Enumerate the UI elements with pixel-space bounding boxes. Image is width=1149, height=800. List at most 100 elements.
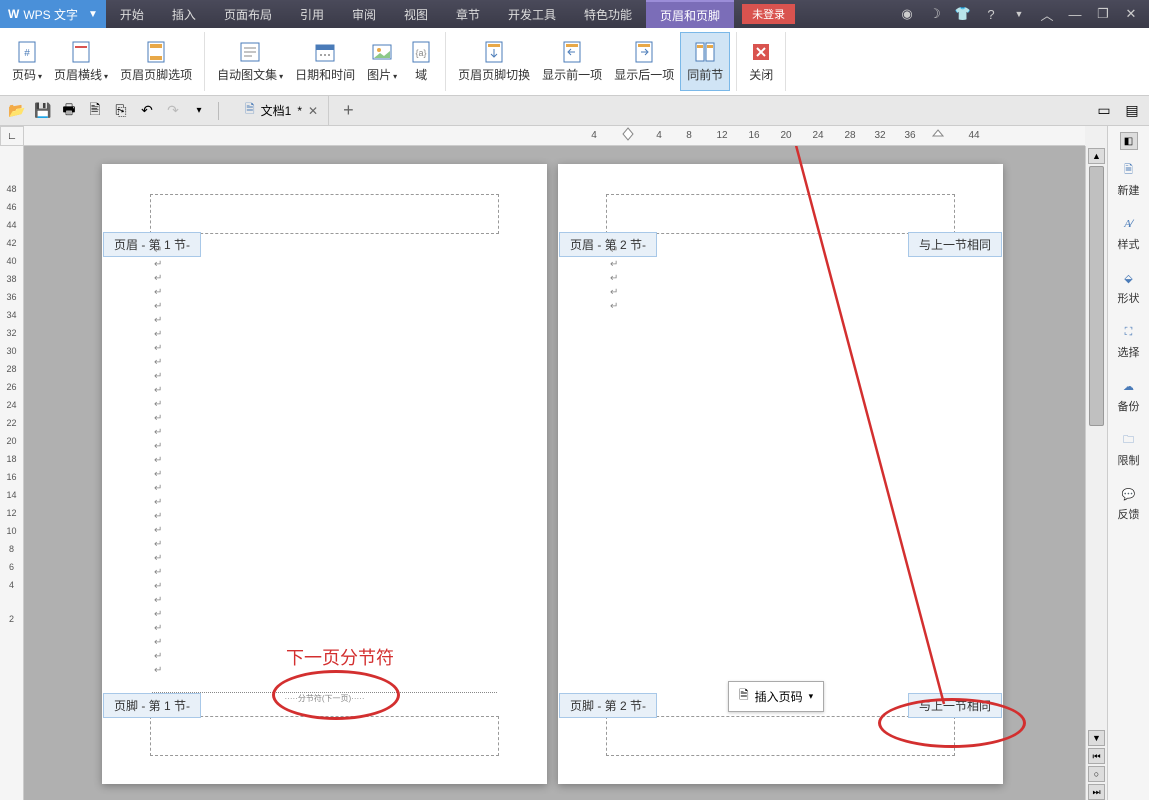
tab-view[interactable]: 视图 [390,0,442,28]
right-sidebar: ◧ 🗎 新建 A⁄ 样式 ⬙ 形状 ⛶ 选择 ☁ 备份 🗀 限制 💬 反馈 [1107,126,1149,800]
page-number-button[interactable]: # 页码▾ [6,32,48,91]
auto-text-icon [238,40,262,64]
sidebar-backup[interactable]: ☁ 备份 [1116,370,1142,420]
ruler-indent-marker-right[interactable] [932,126,944,144]
restore-icon[interactable]: ❐ [1095,6,1111,22]
minimize-icon[interactable]: — [1067,6,1083,22]
sync-icon[interactable]: ◉ [899,6,915,22]
date-time-button[interactable]: 日期和时间 [289,32,361,91]
page2-header-region[interactable]: 页眉 - 第 2 节- 与上一节相同 [606,194,955,234]
page1-footer-tag: 页脚 - 第 1 节- [103,693,201,718]
hf-options-icon [144,40,168,64]
page-number-icon: # [15,40,39,64]
tab-start[interactable]: 开始 [106,0,158,28]
doc-close-button[interactable]: ✕ [308,104,318,118]
help-icon[interactable]: ? [983,6,999,22]
tab-insert[interactable]: 插入 [158,0,210,28]
tab-header-footer[interactable]: 页眉和页脚 [646,0,734,28]
page2-header-tag: 页眉 - 第 2 节- [559,232,657,257]
title-right-controls: ◉ ☽ 👕 ? ▼ ︿ — ❐ ✕ [899,6,1149,22]
annotation-section-break: 下一页分节符 [286,644,394,670]
hf-switch-button[interactable]: 页眉页脚切换 [452,32,536,91]
print-button[interactable]: 🖶 [58,100,80,122]
new-doc-icon: 🗎 [1119,160,1139,180]
toolbar-option1[interactable]: ▭ [1093,100,1115,122]
prev-page-button[interactable]: ⏮ [1088,748,1105,764]
scroll-down-button[interactable]: ▼ [1088,730,1105,746]
sidebar-restrict[interactable]: 🗀 限制 [1116,424,1142,474]
scroll-thumb[interactable] [1089,166,1104,426]
app-menu-dropdown-icon[interactable]: ▼ [88,9,98,20]
browse-object-button[interactable]: ○ [1088,766,1105,782]
shapes-icon: ⬙ [1119,268,1139,288]
sidebar-shapes[interactable]: ⬙ 形状 [1116,262,1142,312]
tab-review[interactable]: 审阅 [338,0,390,28]
sidebar-styles[interactable]: A⁄ 样式 [1116,208,1142,258]
tab-references[interactable]: 引用 [286,0,338,28]
moon-icon[interactable]: ☽ [927,6,943,22]
picture-button[interactable]: 图片▾ [361,32,403,91]
insert-page-number-button[interactable]: 🗎 插入页码 ▾ [728,681,824,712]
tab-dev-tools[interactable]: 开发工具 [494,0,570,28]
horizontal-ruler[interactable]: 4 4 8 12 16 20 24 28 32 36 44 [24,126,1085,146]
backup-icon: ☁ [1119,376,1139,396]
show-prev-button[interactable]: 显示前一项 [536,32,608,91]
page1-header-tag: 页眉 - 第 1 节- [103,232,201,257]
new-tab-button[interactable]: + [343,100,354,121]
ruler-corner[interactable]: ∟ [0,126,24,146]
svg-text:#: # [24,48,30,59]
login-badge[interactable]: 未登录 [742,4,795,24]
auto-text-button[interactable]: 自动图文集▾ [211,32,289,91]
export-button[interactable]: ⎘ [110,100,132,122]
title-bar: W WPS 文字 ▼ 开始 插入 页面布局 引用 审阅 视图 章节 开发工具 特… [0,0,1149,28]
sidebar-feedback[interactable]: 💬 反馈 [1116,478,1142,528]
header-line-button[interactable]: 页眉横线▾ [48,32,114,91]
close-icon[interactable]: ✕ [1123,6,1139,22]
vertical-scrollbar[interactable]: ▲ ▼ ⏮ ○ ⏭ [1085,146,1107,800]
field-icon: {a} [409,40,433,64]
same-as-prev-icon [693,40,717,64]
page2-paragraph-marks: ↵↵↵↵↵ [610,244,618,314]
close-hf-button[interactable]: 关闭 [743,32,779,91]
sidebar-select[interactable]: ⛶ 选择 [1116,316,1142,366]
feedback-icon: 💬 [1119,484,1139,504]
same-as-prev-button[interactable]: 同前节 [680,32,730,91]
scroll-up-button[interactable]: ▲ [1088,148,1105,164]
header-line-icon [69,40,93,64]
page1-footer-region[interactable]: 页脚 - 第 1 节- [150,716,499,756]
undo-button[interactable]: ↶ [136,100,158,122]
document-canvas[interactable]: 页眉 - 第 1 节- ↵↵↵↵↵↵↵↵↵↵↵↵↵↵↵↵↵↵↵↵↵↵↵↵↵↵↵↵… [24,146,1085,800]
save-button[interactable]: 💾 [32,100,54,122]
hf-switch-icon [482,40,506,64]
hf-options-button[interactable]: 页眉页脚选项 [114,32,198,91]
open-button[interactable]: 📂 [6,100,28,122]
field-button[interactable]: {a} 域 [403,32,439,91]
qa-dropdown[interactable]: ▾ [188,100,210,122]
app-logo[interactable]: W WPS 文字 ▼ [0,0,106,28]
chevron-down-icon[interactable]: ▼ [1011,6,1027,22]
show-next-button[interactable]: 显示后一项 [608,32,680,91]
next-page-button[interactable]: ⏭ [1088,784,1105,800]
ruler-indent-marker-left[interactable] [622,126,634,144]
page2-footer-tag: 页脚 - 第 2 节- [559,693,657,718]
styles-icon: A⁄ [1119,214,1139,234]
toolbar-option2[interactable]: ▤ [1121,100,1143,122]
print-preview-button[interactable]: 🖹 [84,100,106,122]
redo-button[interactable]: ↷ [162,100,184,122]
tab-chapter[interactable]: 章节 [442,0,494,28]
doc-icon: 🗎 [245,100,255,121]
annotation-ellipse-2 [878,698,1026,748]
tab-page-layout[interactable]: 页面布局 [210,0,286,28]
page1-header-region[interactable]: 页眉 - 第 1 节- [150,194,499,234]
sidebar-new[interactable]: 🗎 新建 [1116,154,1142,204]
collapse-ribbon-icon[interactable]: ︿ [1039,6,1055,22]
picture-icon [370,40,394,64]
svg-text:{a}: {a} [416,48,427,58]
sidebar-toggle[interactable]: ◧ [1120,132,1138,150]
tab-special[interactable]: 特色功能 [570,0,646,28]
vertical-ruler[interactable]: 48 46 44 42 40 38 36 34 32 30 28 26 24 2… [0,146,24,800]
document-tab[interactable]: 🗎 文档1 * ✕ [235,96,329,125]
shirt-icon[interactable]: 👕 [955,6,971,22]
app-name: WPS 文字 [23,6,78,23]
ribbon: # 页码▾ 页眉横线▾ 页眉页脚选项 自动图文集▾ 日期和时间 图片▾ {a} … [0,28,1149,96]
